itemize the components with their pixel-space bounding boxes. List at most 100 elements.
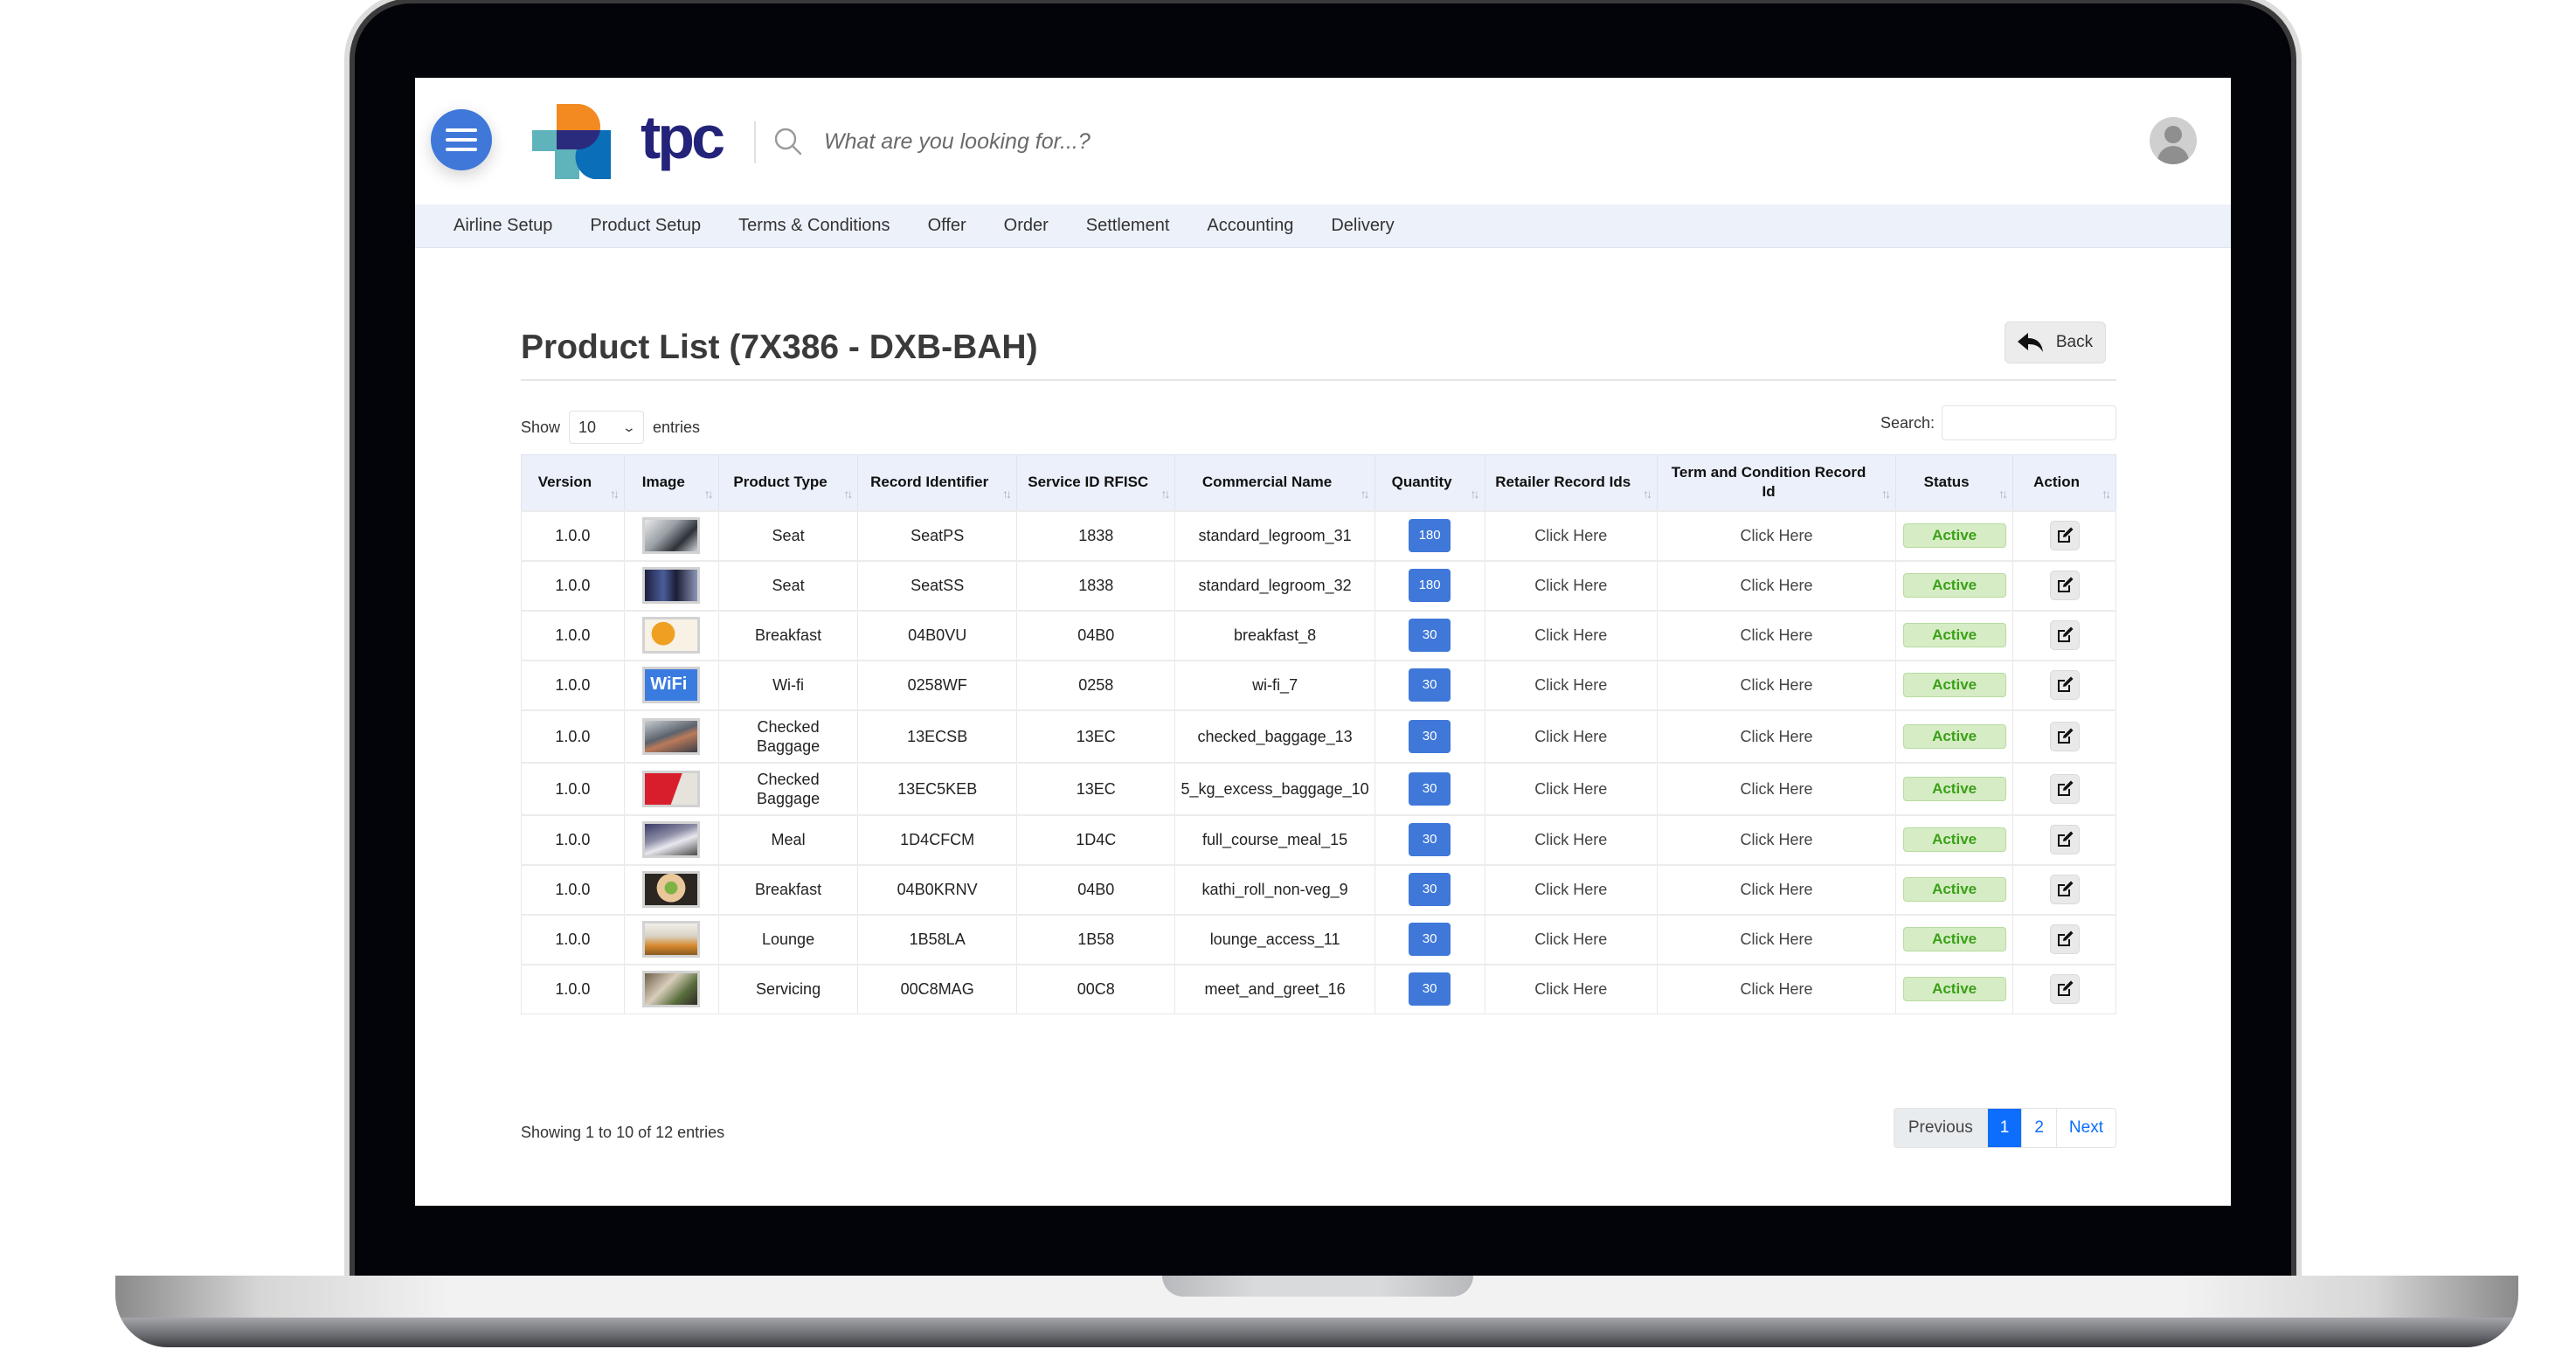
nav-item-offer[interactable]: Offer <box>928 216 966 236</box>
nav-item-delivery[interactable]: Delivery <box>1331 216 1394 236</box>
breakfast-tray-thumbnail[interactable] <box>642 617 701 654</box>
cell-retailer-record-ids: Click Here <box>1484 509 1658 561</box>
user-avatar[interactable] <box>2150 117 2197 164</box>
tc-record-link[interactable]: Click Here <box>1741 780 1813 798</box>
column-header-term-condition-record-id[interactable]: Term and Condition Record Id ↑↓ <box>1656 454 1897 511</box>
table-search-input[interactable] <box>1942 405 2116 440</box>
edit-button[interactable] <box>2049 571 2080 600</box>
cell-image <box>623 813 719 865</box>
column-header-record-identifier[interactable]: Record Identifier ↑↓ <box>857 454 1017 511</box>
search-icon[interactable] <box>773 127 803 156</box>
column-header-image[interactable]: Image ↑↓ <box>623 454 719 511</box>
retailer-ids-link[interactable]: Click Here <box>1534 676 1607 694</box>
retailer-ids-link[interactable]: Click Here <box>1534 931 1607 948</box>
meal-service-thumbnail[interactable] <box>642 821 701 858</box>
quantity-badge[interactable]: 180 <box>1409 519 1451 552</box>
edit-button[interactable] <box>2049 875 2080 904</box>
cell-image: WiFi <box>623 659 719 710</box>
wifi-thumbnail[interactable]: WiFi <box>642 667 701 703</box>
table-row: 1.0.0 Lounge 1B58LA 1B58 lounge_access_11 30 C… <box>521 913 2116 965</box>
nav-item-product-setup[interactable]: Product Setup <box>590 216 701 236</box>
tc-record-link[interactable]: Click Here <box>1741 931 1813 948</box>
back-button[interactable]: Back <box>2005 322 2106 363</box>
pagination-previous[interactable]: Previous <box>1894 1109 1987 1147</box>
tc-record-link[interactable]: Click Here <box>1741 980 1813 998</box>
cell-tc-record-id: Click Here <box>1656 559 1897 611</box>
edit-button[interactable] <box>2049 620 2080 650</box>
tc-record-link[interactable]: Click Here <box>1741 881 1813 898</box>
column-header-service-id-rfisc[interactable]: Service ID RFISC ↑↓ <box>1015 454 1176 511</box>
quantity-badge[interactable]: 180 <box>1409 569 1451 602</box>
tc-record-link[interactable]: Click Here <box>1741 831 1813 848</box>
tc-record-link[interactable]: Click Here <box>1741 676 1813 694</box>
edit-button[interactable] <box>2049 825 2080 854</box>
baggage-hall-thumbnail[interactable] <box>642 717 701 755</box>
cell-quantity: 30 <box>1374 709 1485 763</box>
nav-item-order[interactable]: Order <box>1004 216 1049 236</box>
quantity-badge[interactable]: 30 <box>1409 668 1451 702</box>
cell-version: 1.0.0 <box>521 813 625 865</box>
tc-record-link[interactable]: Click Here <box>1741 527 1813 544</box>
tc-record-link[interactable]: Click Here <box>1741 728 1813 745</box>
quantity-badge[interactable]: 30 <box>1409 972 1451 1007</box>
cell-service-id-rfisc: 1D4C <box>1015 813 1176 865</box>
lounge-thumbnail[interactable] <box>642 921 701 958</box>
column-header-commercial-name[interactable]: Commercial Name ↑↓ <box>1174 454 1375 511</box>
column-header-quantity[interactable]: Quantity ↑↓ <box>1374 454 1485 511</box>
retailer-ids-link[interactable]: Click Here <box>1534 626 1607 644</box>
pagination-page-2[interactable]: 2 <box>2021 1109 2056 1147</box>
table-row: 1.0.0 Meal 1D4CFCM 1D4C full_course_meal_15 3… <box>521 813 2116 865</box>
quantity-badge[interactable]: 30 <box>1409 771 1451 806</box>
retailer-ids-link[interactable]: Click Here <box>1534 831 1607 848</box>
retailer-ids-link[interactable]: Click Here <box>1534 577 1607 594</box>
seat-rows-thumbnail[interactable] <box>642 567 701 604</box>
column-header-version[interactable]: Version ↑↓ <box>521 454 625 511</box>
edit-button[interactable] <box>2049 521 2080 550</box>
page-title: Product List (7X386 - DXB-BAH) <box>521 329 1038 366</box>
nav-item-settlement[interactable]: Settlement <box>1086 216 1170 236</box>
edit-button[interactable] <box>2049 670 2080 700</box>
quantity-badge[interactable]: 30 <box>1409 719 1451 753</box>
status-badge: Active <box>1902 877 2006 902</box>
edit-button[interactable] <box>2049 974 2080 1005</box>
retailer-ids-link[interactable]: Click Here <box>1534 780 1607 798</box>
overweight-baggage-thumbnail[interactable] <box>642 770 701 807</box>
cell-action <box>2012 963 2116 1014</box>
quantity-badge[interactable]: 30 <box>1409 873 1451 906</box>
retailer-ids-link[interactable]: Click Here <box>1534 728 1607 745</box>
cell-commercial-name: standard_legroom_31 <box>1174 509 1375 561</box>
hamburger-menu-button[interactable] <box>431 109 492 170</box>
global-search-input[interactable] <box>824 120 1523 163</box>
tc-record-link[interactable]: Click Here <box>1741 626 1813 644</box>
cell-service-id-rfisc: 00C8 <box>1015 963 1176 1014</box>
quantity-badge[interactable]: 30 <box>1409 823 1451 856</box>
nav-item-airline-setup[interactable]: Airline Setup <box>454 216 552 236</box>
edit-icon <box>2057 527 2074 543</box>
pagination-next[interactable]: Next <box>2055 1109 2116 1147</box>
quantity-badge[interactable]: 30 <box>1409 923 1451 956</box>
pagination-page-1[interactable]: 1 <box>1986 1109 2022 1147</box>
meet-greet-thumbnail[interactable] <box>642 971 701 1008</box>
column-header-retailer-record-ids[interactable]: Retailer Record Ids ↑↓ <box>1484 454 1658 511</box>
cell-product-type: Seat <box>717 559 859 611</box>
edit-button[interactable] <box>2049 924 2080 954</box>
column-header-action[interactable]: Action ↑↓ <box>2012 454 2116 511</box>
edit-button[interactable] <box>2049 773 2080 804</box>
nav-item-terms-conditions[interactable]: Terms & Conditions <box>738 216 890 236</box>
retailer-ids-link[interactable]: Click Here <box>1534 527 1607 544</box>
seat-cabin-thumbnail[interactable] <box>642 517 701 554</box>
cell-image <box>623 709 719 763</box>
kathi-roll-thumbnail[interactable] <box>642 871 701 908</box>
edit-button[interactable] <box>2049 721 2080 751</box>
nav-item-accounting[interactable]: Accounting <box>1207 216 1293 236</box>
retailer-ids-link[interactable]: Click Here <box>1534 881 1607 898</box>
cell-commercial-name: kathi_roll_non-veg_9 <box>1174 863 1375 915</box>
retailer-ids-link[interactable]: Click Here <box>1534 980 1607 998</box>
column-header-status[interactable]: Status ↑↓ <box>1895 454 2014 511</box>
quantity-badge[interactable]: 30 <box>1409 619 1451 652</box>
cell-record-identifier: SeatPS <box>857 509 1017 561</box>
column-header-product-type[interactable]: Product Type ↑↓ <box>717 454 859 511</box>
tc-record-link[interactable]: Click Here <box>1741 577 1813 594</box>
page-length-select[interactable]: 10 ⌄ <box>569 411 645 444</box>
cell-image <box>623 609 719 661</box>
